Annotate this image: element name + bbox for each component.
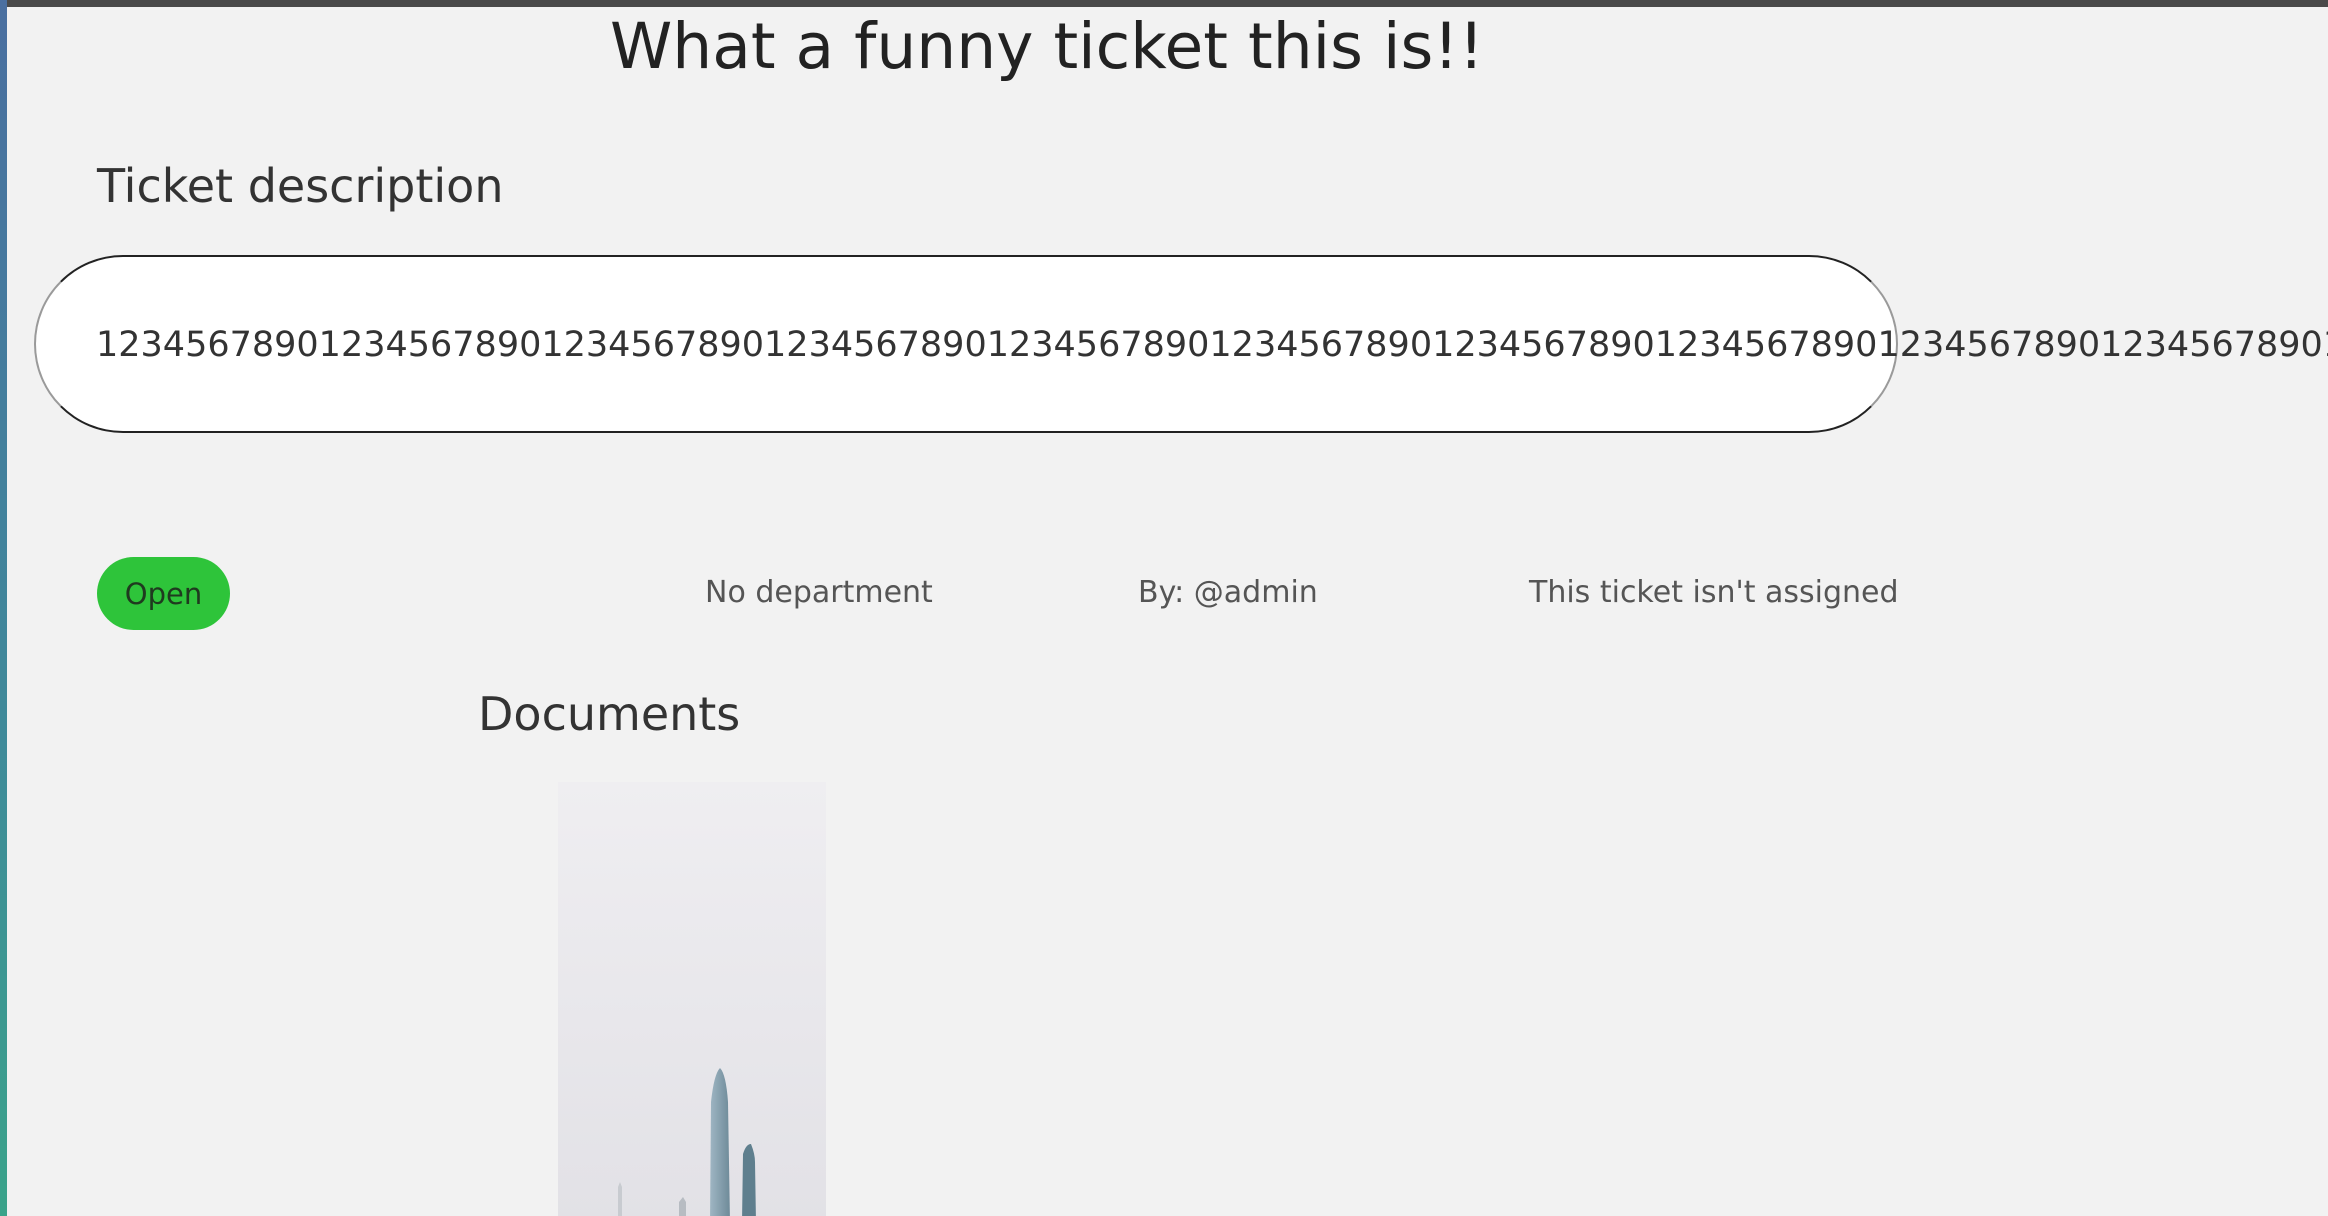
documents-heading: Documents	[478, 687, 741, 741]
ticket-page: What a funny ticket this is!! Ticket des…	[7, 7, 2328, 1216]
department-label: No department	[705, 575, 933, 610]
description-box: 1234567890123456789012345678901234567890…	[34, 255, 2328, 433]
description-heading: Ticket description	[97, 159, 504, 213]
document-thumbnail[interactable]	[558, 782, 826, 1216]
author-label: By: @admin	[1138, 575, 1318, 610]
description-text: 1234567890123456789012345678901234567890…	[96, 325, 2328, 365]
assignment-label: This ticket isn't assigned	[1529, 575, 1899, 610]
page-title: What a funny ticket this is!!	[610, 10, 1484, 83]
window-left-border	[0, 0, 7, 1216]
status-badge[interactable]: Open	[97, 557, 230, 630]
window-top-border	[0, 0, 2328, 7]
image-thumbnail-icon	[558, 782, 826, 1216]
